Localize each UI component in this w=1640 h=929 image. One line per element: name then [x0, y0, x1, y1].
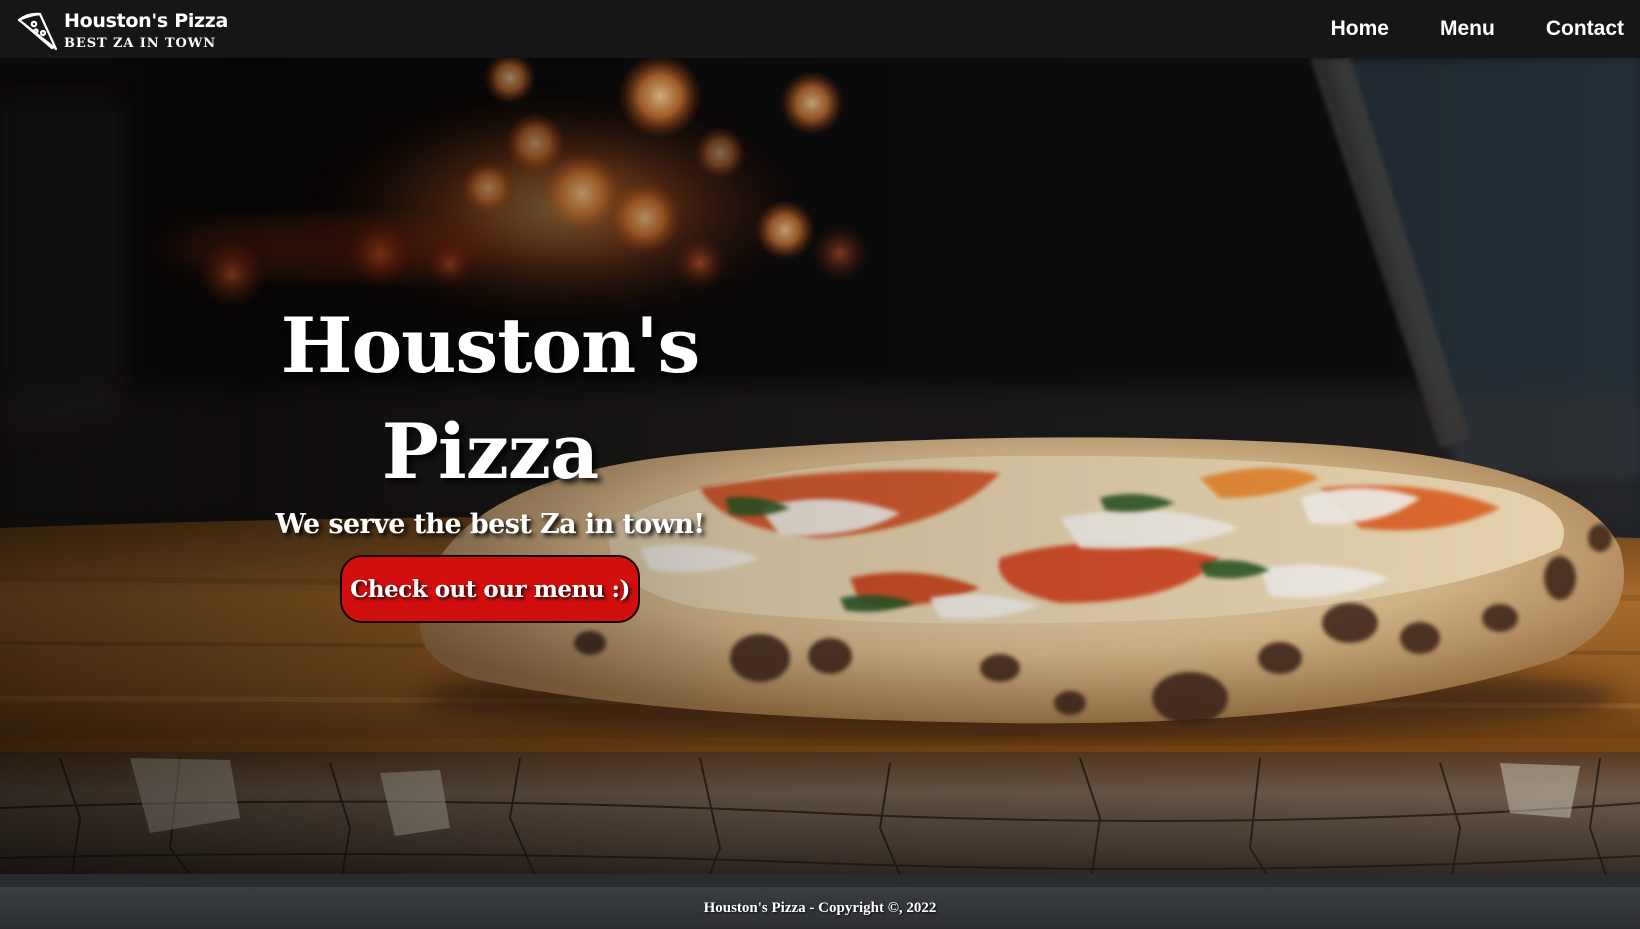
nav-link-home[interactable]: Home: [1331, 17, 1389, 41]
pizza-slice-icon: [17, 12, 58, 51]
hero-background-image: [0, 58, 1640, 887]
brand-text: Houston's Pizza BEST ZA IN TOWN: [64, 9, 229, 51]
brand-name: Houston's Pizza: [64, 10, 229, 32]
hero-section: Houston's Pizza We serve the best Za in …: [0, 58, 1640, 887]
menu-cta-button[interactable]: Check out our menu :): [340, 555, 640, 623]
footer-copyright: Houston's Pizza - Copyright ©, 2022: [703, 899, 937, 916]
nav-link-menu[interactable]: Menu: [1440, 17, 1495, 41]
main-nav: Home Menu Contact: [1280, 0, 1640, 58]
hero-content: Houston's Pizza We serve the best Za in …: [270, 293, 710, 623]
hero-title: Houston's Pizza: [270, 293, 710, 505]
brand-home-link[interactable]: Houston's Pizza BEST ZA IN TOWN: [16, 9, 228, 53]
hero-title-line-2: Pizza: [381, 407, 600, 496]
brand-tagline: BEST ZA IN TOWN: [64, 36, 217, 51]
top-navbar: Houston's Pizza BEST ZA IN TOWN Home Men…: [0, 0, 1640, 58]
hero-subtitle: We serve the best Za in town!: [275, 509, 705, 540]
nav-link-contact[interactable]: Contact: [1546, 17, 1624, 41]
page-footer: Houston's Pizza - Copyright ©, 2022: [0, 887, 1640, 929]
hero-title-line-1: Houston's: [280, 301, 701, 390]
